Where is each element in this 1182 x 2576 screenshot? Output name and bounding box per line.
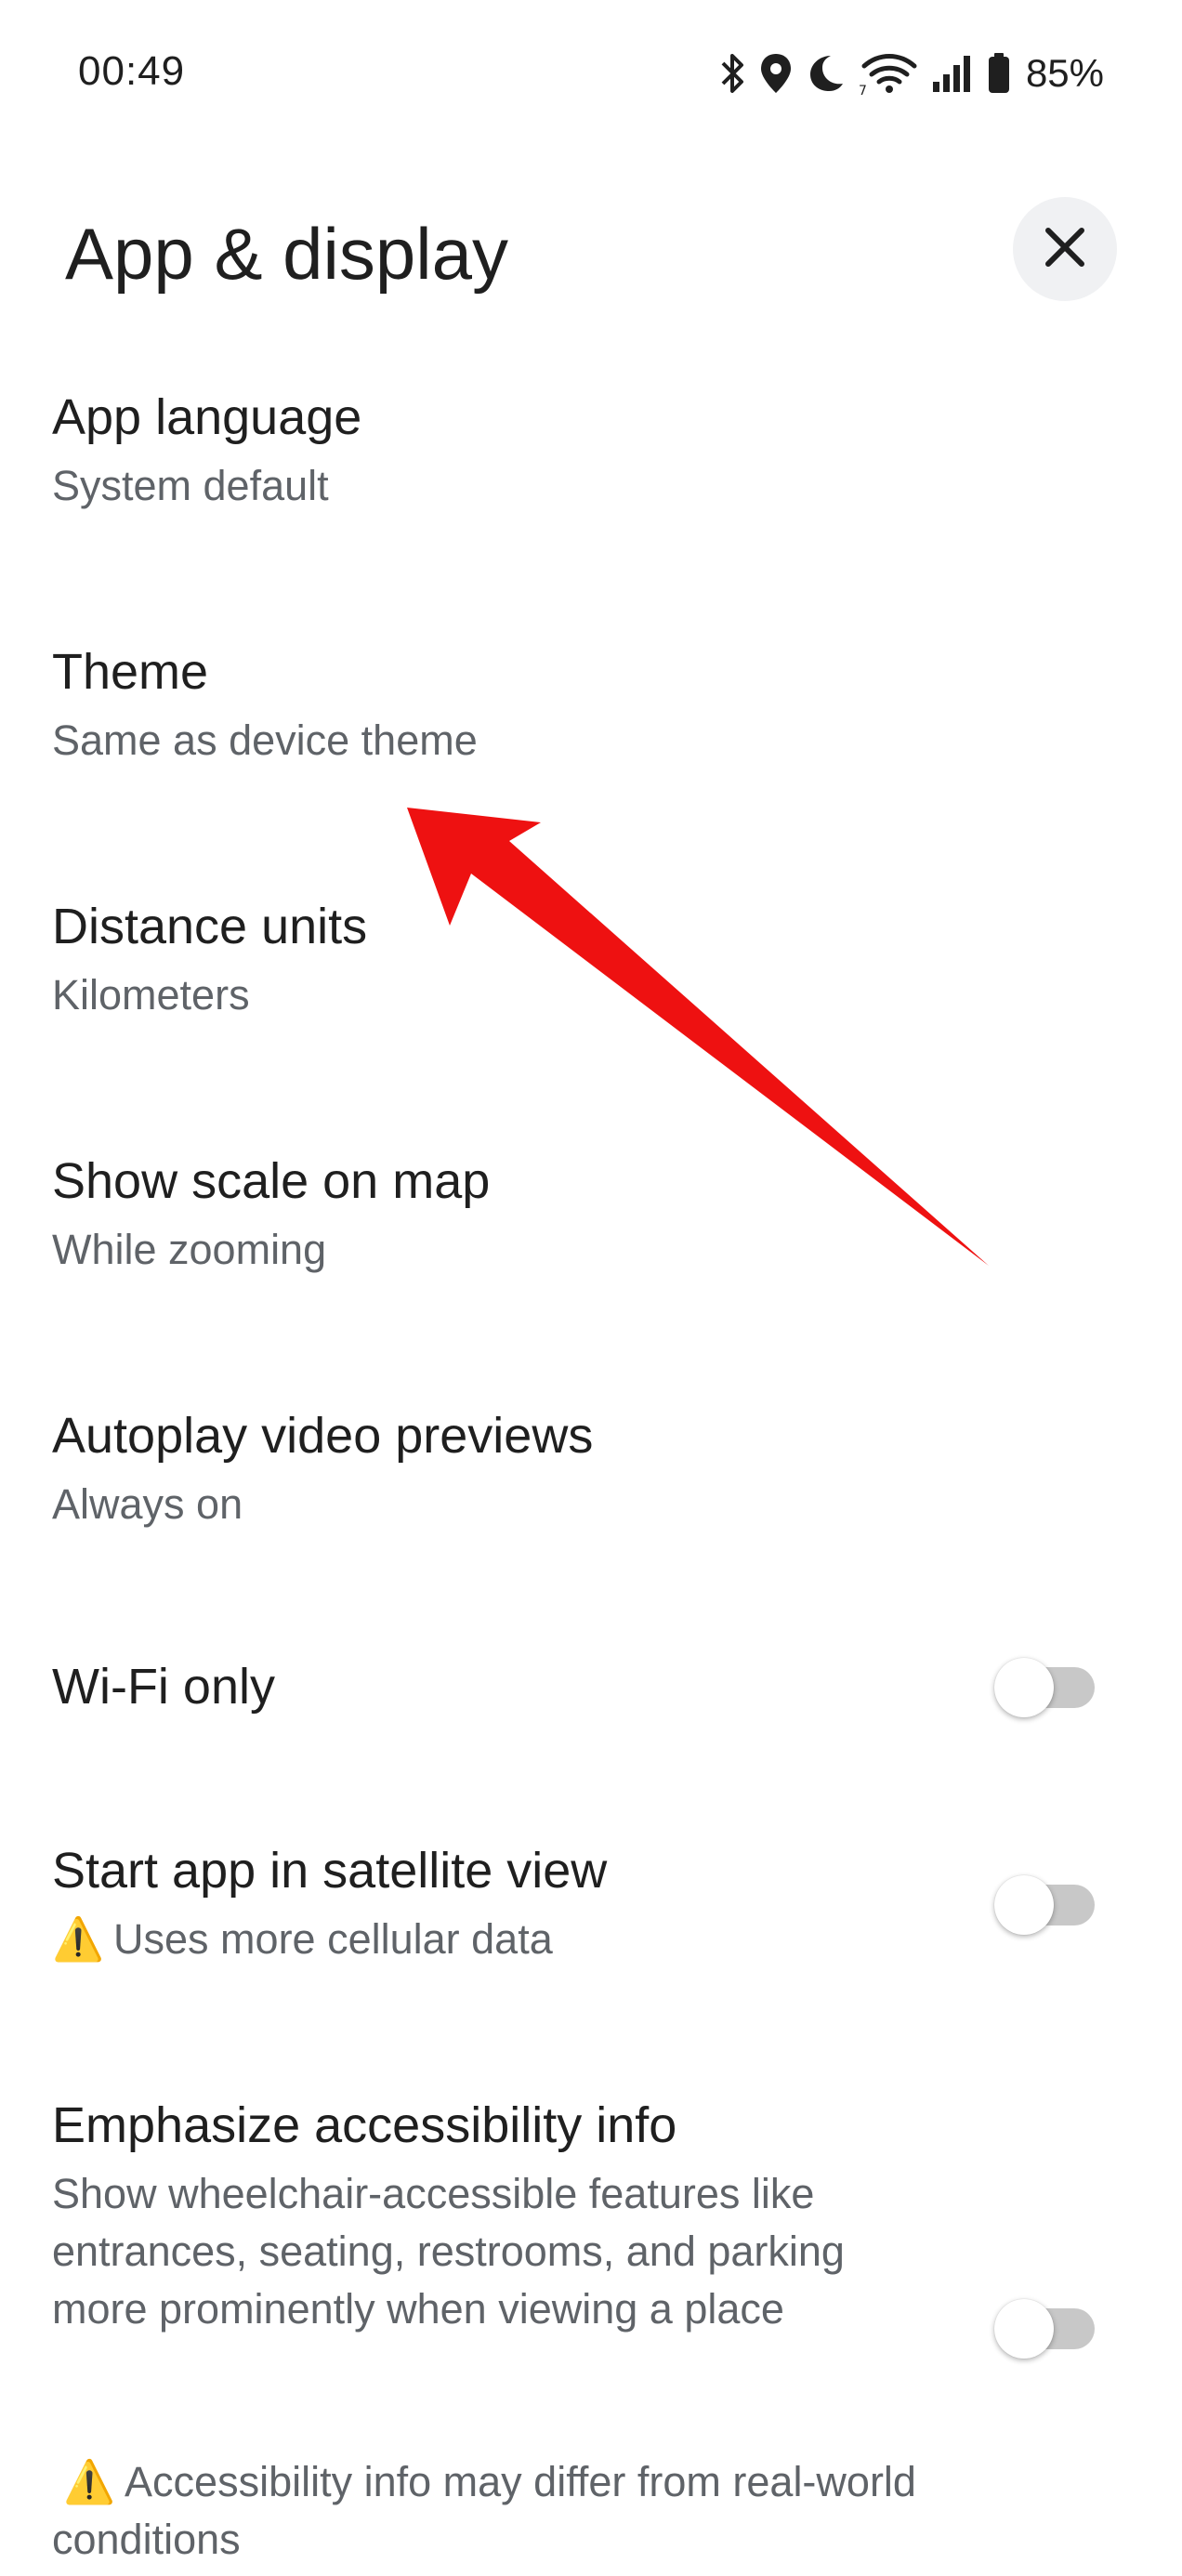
accessibility-info-toggle[interactable]: [994, 2299, 1095, 2359]
setting-value: Always on: [52, 1480, 243, 1528]
setting-title: Autoplay video previews: [52, 1408, 594, 1464]
wifi-icon: 7: [859, 51, 918, 96]
setting-title: Wi-Fi only: [52, 1659, 275, 1715]
setting-title: Emphasize accessibility info: [52, 2097, 677, 2153]
toggle-thumb: [994, 2299, 1054, 2359]
setting-value: Kilometers: [52, 971, 250, 1019]
page-title: App & display: [65, 213, 508, 295]
accessibility-disclaimer-text: Accessibility info may differ from real-…: [52, 2458, 916, 2563]
setting-value: System default: [52, 462, 329, 509]
warning-icon: ⚠️: [52, 1915, 105, 1963]
satellite-data-warning: Uses more cellular data: [113, 1915, 553, 1963]
accessibility-disclaimer: ⚠️ Accessibility info may differ from rea…: [52, 2453, 981, 2569]
close-button[interactable]: [1013, 197, 1117, 301]
battery-icon: [987, 53, 1011, 94]
location-icon: [758, 52, 794, 95]
app-display-settings-screen: 00:49 7 85% App & display App language S…: [0, 0, 1182, 2576]
bluetooth-icon: [719, 52, 745, 95]
setting-start-app-in-satellite-view[interactable]: Start app in satellite view ⚠️ Uses more …: [52, 1840, 1130, 1968]
setting-description: Show wheelchair-accessible features like…: [52, 2170, 845, 2333]
setting-value: While zooming: [52, 1226, 327, 1273]
setting-title: Show scale on map: [52, 1153, 491, 1209]
setting-emphasize-accessibility-info[interactable]: Emphasize accessibility info Show wheelc…: [52, 2095, 1130, 2338]
close-icon: [1043, 225, 1087, 274]
svg-text:7: 7: [859, 84, 867, 96]
toggle-thumb: [994, 1875, 1054, 1935]
status-time: 00:49: [78, 48, 186, 94]
toggle-thumb: [994, 1658, 1054, 1717]
status-bar: 00:49 7 85%: [0, 0, 1182, 158]
setting-show-scale-on-map[interactable]: Show scale on map While zooming: [52, 1150, 1130, 1279]
setting-title: Start app in satellite view: [52, 1843, 608, 1899]
satellite-view-toggle[interactable]: [994, 1875, 1095, 1935]
setting-title: App language: [52, 389, 362, 445]
setting-autoplay-video-previews[interactable]: Autoplay video previews Always on: [52, 1405, 1130, 1533]
setting-distance-units[interactable]: Distance units Kilometers: [52, 896, 1130, 1024]
setting-value: Same as device theme: [52, 716, 478, 764]
setting-wifi-only[interactable]: Wi-Fi only: [52, 1656, 1130, 1717]
do-not-disturb-moon-icon: [807, 53, 846, 94]
warning-icon: ⚠️: [63, 2458, 116, 2505]
setting-theme[interactable]: Theme Same as device theme: [52, 641, 1130, 769]
status-icons: 7 85%: [719, 50, 1104, 97]
cellular-signal-icon: [931, 54, 974, 93]
setting-value: ⚠️ Uses more cellular data: [52, 1911, 1130, 1968]
wifi-only-toggle[interactable]: [994, 1658, 1095, 1717]
setting-title: Theme: [52, 644, 209, 700]
battery-percentage: 85%: [1025, 51, 1104, 95]
setting-app-language[interactable]: App language System default: [52, 387, 1130, 515]
setting-title: Distance units: [52, 899, 368, 954]
